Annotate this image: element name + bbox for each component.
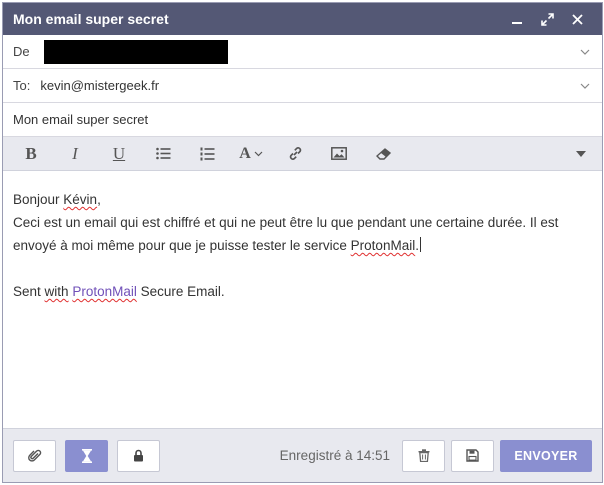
body-signature: Sent with ProtonMail Secure Email. bbox=[13, 284, 225, 299]
bullet-list-button[interactable] bbox=[141, 139, 185, 169]
misspelled-word: Kévin bbox=[63, 192, 98, 207]
clear-formatting-button[interactable] bbox=[361, 139, 405, 169]
expand-button[interactable] bbox=[532, 3, 562, 35]
chevron-down-icon[interactable] bbox=[578, 45, 592, 59]
font-icon: A bbox=[239, 144, 251, 162]
eraser-icon bbox=[375, 147, 391, 160]
expiration-button[interactable] bbox=[65, 439, 108, 472]
composer-titlebar[interactable]: Mon email super secret bbox=[3, 3, 602, 35]
italic-icon: I bbox=[72, 143, 78, 163]
body-line: envoyé à moi même pour que je puisse tes… bbox=[13, 237, 421, 253]
protonmail-link[interactable]: ProtonMail bbox=[72, 284, 137, 299]
encryption-button[interactable] bbox=[117, 439, 160, 472]
misspelled-word: ProtonMail bbox=[350, 238, 416, 253]
subject-input[interactable] bbox=[13, 112, 592, 127]
save-draft-button[interactable] bbox=[451, 439, 494, 472]
from-label: De bbox=[13, 44, 30, 59]
bold-icon: B bbox=[25, 143, 37, 163]
trash-icon bbox=[418, 449, 429, 462]
minimize-button[interactable] bbox=[502, 3, 532, 35]
lock-icon bbox=[134, 449, 143, 462]
body-line: Ceci est un email qui est chiffré et qui… bbox=[13, 215, 559, 230]
italic-button[interactable]: I bbox=[53, 139, 97, 169]
from-address-redacted[interactable] bbox=[43, 39, 228, 64]
minimize-icon bbox=[512, 22, 522, 24]
attachment-button[interactable] bbox=[13, 439, 56, 472]
chevron-down-icon bbox=[254, 151, 263, 156]
to-field[interactable]: kevin@mistergeek.fr bbox=[40, 78, 159, 93]
formatting-toolbar: B I U A bbox=[3, 137, 602, 171]
bold-button[interactable]: B bbox=[9, 139, 53, 169]
message-body[interactable]: Bonjour Kévin, Ceci est un email qui est… bbox=[3, 171, 602, 429]
bullet-list-icon bbox=[155, 147, 170, 160]
expand-icon bbox=[540, 12, 554, 26]
body-greeting: Bonjour Kévin, bbox=[13, 192, 101, 207]
close-button[interactable] bbox=[562, 3, 592, 35]
paperclip-icon bbox=[27, 449, 41, 462]
text-cursor bbox=[419, 237, 421, 252]
composer-footer: Enregistré à 14:51 ENVOYER bbox=[3, 428, 602, 482]
close-icon bbox=[571, 13, 583, 25]
hourglass-icon bbox=[81, 448, 92, 463]
insert-image-button[interactable] bbox=[317, 139, 361, 169]
font-size-dropdown[interactable]: A bbox=[229, 139, 273, 169]
numbered-list-button[interactable] bbox=[185, 139, 229, 169]
more-options-button[interactable] bbox=[566, 139, 596, 169]
numbered-list-icon bbox=[200, 147, 214, 160]
save-status: Enregistré à 14:51 bbox=[279, 448, 390, 463]
floppy-disk-icon bbox=[466, 449, 479, 462]
from-row[interactable]: De bbox=[3, 35, 602, 69]
link-icon bbox=[289, 147, 301, 160]
link-button[interactable] bbox=[273, 139, 317, 169]
chevron-down-icon[interactable] bbox=[578, 79, 592, 93]
send-button[interactable]: ENVOYER bbox=[500, 439, 592, 472]
to-label: To: bbox=[13, 78, 31, 93]
caret-down-icon bbox=[576, 150, 586, 157]
underline-button[interactable]: U bbox=[97, 139, 141, 169]
image-icon bbox=[331, 147, 347, 160]
subject-row bbox=[3, 103, 602, 137]
email-composer: Mon email super secret De To: kevin@mist… bbox=[2, 2, 603, 483]
underline-icon: U bbox=[112, 143, 126, 163]
misspelled-word: with bbox=[44, 284, 69, 299]
delete-draft-button[interactable] bbox=[402, 439, 445, 472]
composer-title: Mon email super secret bbox=[13, 11, 169, 27]
to-row[interactable]: To: kevin@mistergeek.fr bbox=[3, 69, 602, 103]
